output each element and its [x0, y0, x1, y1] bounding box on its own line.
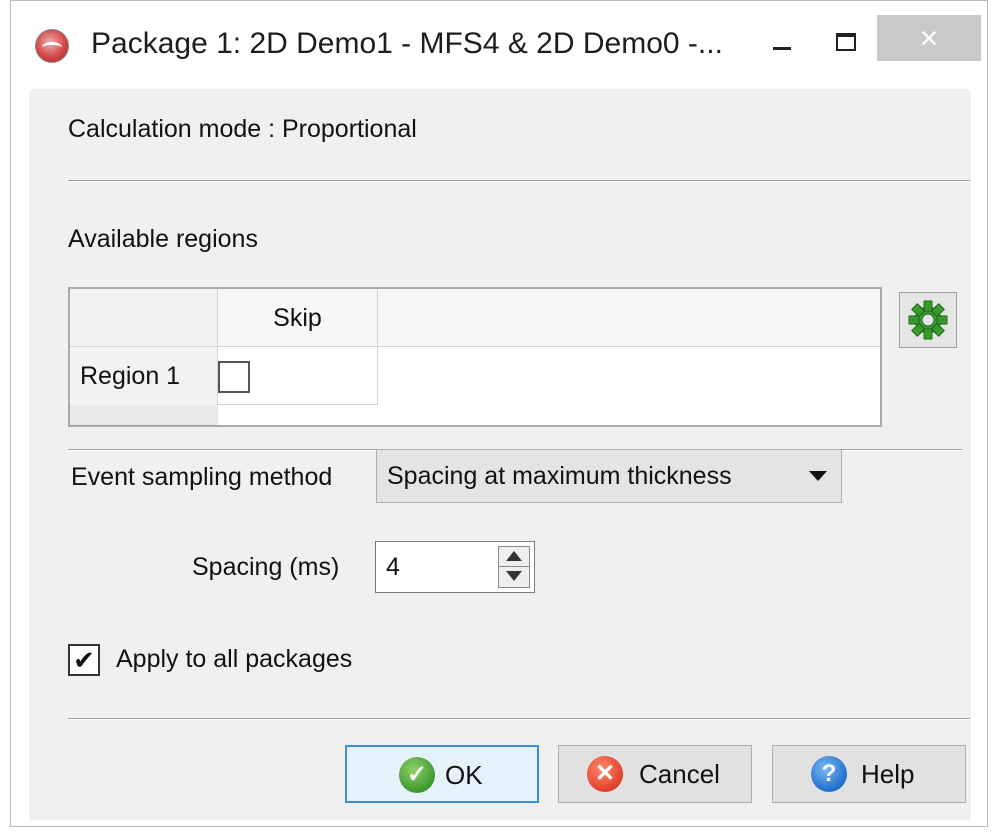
close-icon[interactable]: × — [877, 15, 981, 61]
available-regions-heading: Available regions — [68, 225, 258, 253]
regions-table[interactable]: Skip Region 1 — [68, 287, 882, 427]
spin-up-icon[interactable] — [506, 551, 522, 561]
spin-down-icon[interactable] — [506, 571, 522, 581]
skip-column-header[interactable]: Skip — [218, 289, 378, 347]
help-icon: ? — [811, 756, 847, 792]
row-header-filler — [70, 405, 218, 425]
divider — [68, 180, 970, 182]
table-header-filler — [378, 289, 880, 347]
event-sampling-dropdown[interactable]: Spacing at maximum thickness — [376, 449, 842, 503]
minimize-icon[interactable] — [751, 15, 813, 73]
spacing-label: Spacing (ms) — [192, 553, 340, 581]
maximize-icon[interactable] — [815, 15, 877, 73]
app-icon — [35, 29, 69, 63]
region-settings-button[interactable] — [899, 292, 957, 348]
cancel-label: Cancel — [639, 759, 720, 789]
dialog-content: Calculation mode : Proportional Availabl… — [29, 89, 971, 820]
cancel-icon: ✕ — [587, 756, 623, 792]
event-sampling-selected: Spacing at maximum thickness — [387, 462, 732, 490]
row-header-region-1[interactable]: Region 1 — [70, 347, 218, 405]
skip-cell[interactable] — [218, 347, 378, 405]
divider — [68, 718, 970, 720]
ok-button[interactable]: ✓ OK — [345, 745, 539, 803]
gear-icon — [908, 300, 948, 340]
help-label: Help — [861, 759, 915, 789]
title-bar[interactable]: Package 1: 2D Demo1 - MFS4 & 2D Demo0 -.… — [11, 1, 987, 89]
help-button[interactable]: ? Help — [772, 745, 966, 803]
spinner-buttons[interactable] — [498, 546, 530, 588]
skip-checkbox[interactable] — [218, 361, 250, 393]
ok-label: OK — [445, 760, 483, 790]
check-icon: ✓ — [399, 757, 435, 793]
dialog-window: Package 1: 2D Demo1 - MFS4 & 2D Demo0 -.… — [10, 0, 988, 827]
calculation-mode-label: Calculation mode : Proportional — [68, 115, 417, 143]
spacing-value[interactable]: 4 — [386, 542, 400, 592]
event-sampling-label: Event sampling method — [71, 463, 333, 491]
spinner-divider — [499, 566, 529, 567]
cancel-button[interactable]: ✕ Cancel — [558, 745, 752, 803]
table-corner-header — [70, 289, 218, 347]
window-title: Package 1: 2D Demo1 - MFS4 & 2D Demo0 -.… — [91, 27, 723, 60]
chevron-down-icon — [809, 471, 827, 481]
spacing-spinner[interactable]: 4 — [375, 541, 535, 593]
apply-all-label[interactable]: Apply to all packages — [116, 645, 352, 674]
apply-all-checkbox[interactable]: ✔ — [68, 644, 100, 676]
